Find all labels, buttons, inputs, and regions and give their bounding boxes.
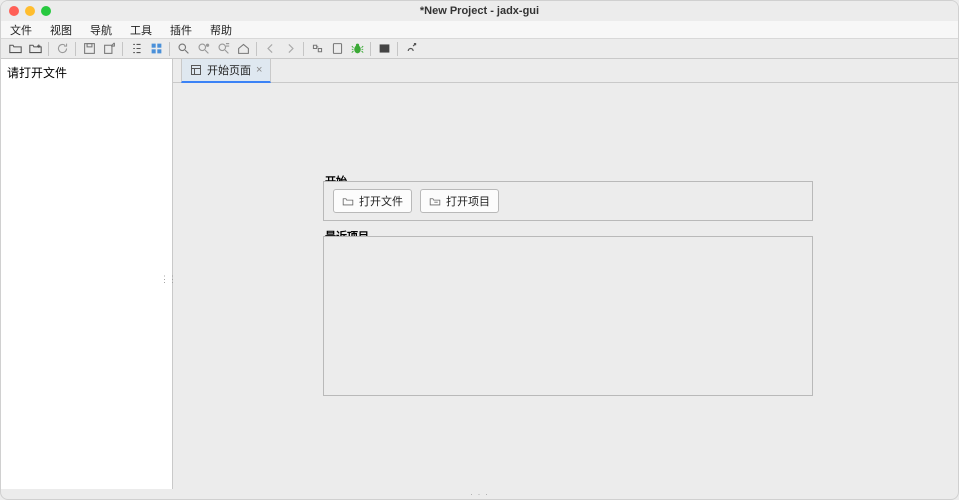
window-controls — [1, 6, 51, 16]
quark-icon[interactable] — [327, 40, 347, 58]
content: 开始 打开文件 打开项目 最近项目 — [173, 83, 958, 489]
search-icon[interactable] — [173, 40, 193, 58]
search-text-icon[interactable] — [213, 40, 233, 58]
toolbar — [1, 39, 958, 59]
tree-expand-icon[interactable] — [146, 40, 166, 58]
refresh-icon[interactable] — [52, 40, 72, 58]
window-title: *New Project - jadx-gui — [1, 5, 958, 17]
menu-file[interactable]: 文件 — [1, 22, 41, 38]
settings-icon[interactable] — [401, 40, 421, 58]
log-icon[interactable] — [374, 40, 394, 58]
toolbar-separator — [303, 42, 304, 56]
folder-icon — [342, 196, 354, 207]
menu-help[interactable]: 帮助 — [201, 22, 241, 38]
open-project-label: 打开项目 — [446, 193, 490, 209]
toolbar-separator — [370, 42, 371, 56]
toolbar-separator — [48, 42, 49, 56]
toolbar-separator — [122, 42, 123, 56]
menu-tools[interactable]: 工具 — [121, 22, 161, 38]
tab-label: 开始页面 — [207, 62, 251, 78]
toolbar-separator — [397, 42, 398, 56]
export-icon[interactable] — [99, 40, 119, 58]
menubar: 文件 视图 导航 工具 插件 帮助 — [1, 21, 958, 39]
project-icon — [429, 196, 441, 207]
home-icon[interactable] — [233, 40, 253, 58]
forward-icon[interactable] — [280, 40, 300, 58]
tab-start-page[interactable]: 开始页面 × — [181, 58, 271, 83]
close-window-button[interactable] — [9, 6, 19, 16]
bug-icon[interactable] — [347, 40, 367, 58]
menu-view[interactable]: 视图 — [41, 22, 81, 38]
tab-icon — [190, 64, 202, 76]
add-file-icon[interactable] — [25, 40, 45, 58]
recent-projects-panel — [323, 236, 813, 396]
menu-navigate[interactable]: 导航 — [81, 22, 121, 38]
open-file-icon[interactable] — [5, 40, 25, 58]
sidebar-message: 请打开文件 — [1, 59, 172, 86]
open-project-button[interactable]: 打开项目 — [420, 189, 499, 213]
statusbar: · · · — [1, 489, 958, 499]
open-file-button[interactable]: 打开文件 — [333, 189, 412, 213]
tree-collapse-icon[interactable] — [126, 40, 146, 58]
menu-plugins[interactable]: 插件 — [161, 22, 201, 38]
search-class-icon[interactable] — [193, 40, 213, 58]
toolbar-separator — [256, 42, 257, 56]
tab-bar: 开始页面 × — [173, 59, 958, 83]
start-panel: 打开文件 打开项目 — [323, 181, 813, 221]
main-area: 开始页面 × 开始 打开文件 打开项目 — [173, 59, 958, 489]
tab-close-icon[interactable]: × — [256, 64, 262, 76]
titlebar: *New Project - jadx-gui — [1, 1, 958, 21]
sidebar: 请打开文件 ⋮⋮ — [1, 59, 173, 489]
maximize-window-button[interactable] — [41, 6, 51, 16]
save-icon[interactable] — [79, 40, 99, 58]
back-icon[interactable] — [260, 40, 280, 58]
window: *New Project - jadx-gui 文件 视图 导航 工具 插件 帮… — [0, 0, 959, 500]
open-file-label: 打开文件 — [359, 193, 403, 209]
body: 请打开文件 ⋮⋮ 开始页面 × 开始 打开文件 — [1, 59, 958, 489]
toolbar-separator — [75, 42, 76, 56]
toolbar-separator — [169, 42, 170, 56]
minimize-window-button[interactable] — [25, 6, 35, 16]
deobfuscate-icon[interactable] — [307, 40, 327, 58]
